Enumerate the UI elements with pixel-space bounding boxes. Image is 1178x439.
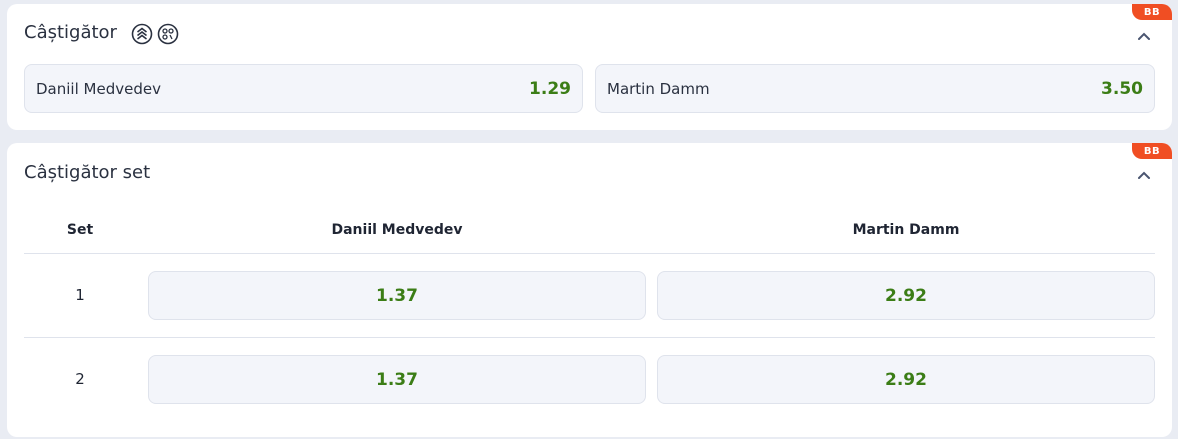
outcome-button-player2[interactable]: Martin Damm 3.50 (595, 64, 1155, 113)
bet-builder-badge: BB (1132, 143, 1172, 159)
outcome-odds: 1.29 (529, 78, 571, 99)
column-header-player2: Martin Damm (852, 222, 960, 238)
column-header-player1: Daniil Medvedev (331, 222, 463, 238)
table-row: 2 1.37 2.92 (24, 338, 1155, 422)
set-number: 2 (75, 370, 85, 388)
market-title[interactable]: Câștigător (24, 22, 117, 43)
winner-market-card: BB Câștigător Daniil Medvedev 1.29 Marti… (7, 4, 1172, 130)
outcome-name: Martin Damm (607, 79, 710, 98)
collapse-chevron-icon[interactable] (1136, 167, 1152, 183)
market-title[interactable]: Câștigător set (24, 162, 150, 183)
outcome-odds: 3.50 (1101, 78, 1143, 99)
odds-button-player1[interactable]: 1.37 (148, 355, 646, 404)
column-header-set: Set (66, 222, 94, 238)
bet-builder-badge: BB (1132, 4, 1172, 20)
set-table-header: Set Daniil Medvedev Martin Damm (24, 212, 1155, 254)
table-row: 1 1.37 2.92 (24, 254, 1155, 338)
market-icons (131, 23, 179, 45)
odds-button-player2[interactable]: 2.92 (657, 355, 1155, 404)
collapse-chevron-icon[interactable] (1136, 28, 1152, 44)
outcome-button-player1[interactable]: Daniil Medvedev 1.29 (24, 64, 583, 113)
outcome-name: Daniil Medvedev (36, 79, 161, 98)
odds-button-player2[interactable]: 2.92 (657, 271, 1155, 320)
set-number: 1 (75, 286, 85, 304)
set-winner-market-card: BB Câștigător set Set Daniil Medvedev Ma… (7, 143, 1172, 437)
scoreline-icon (157, 23, 179, 45)
odds-button-player1[interactable]: 1.37 (148, 271, 646, 320)
bet-builder-icon (131, 23, 153, 45)
